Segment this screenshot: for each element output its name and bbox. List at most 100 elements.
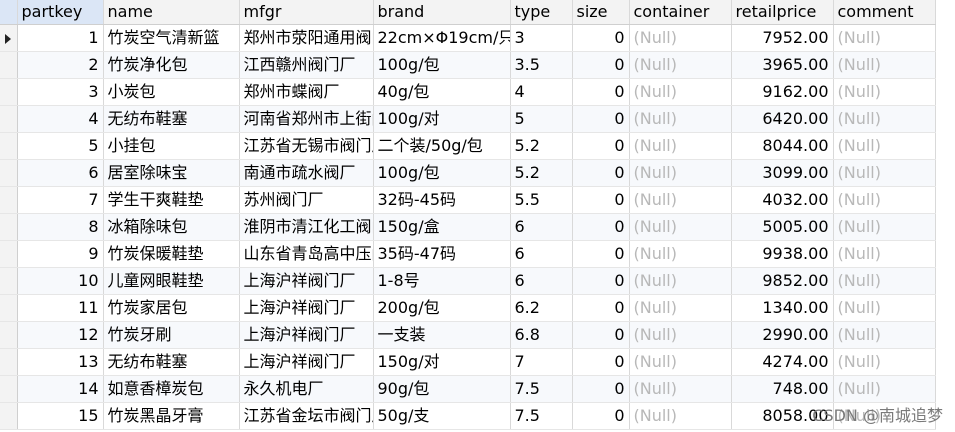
cell-mfgr[interactable]: 郑州市荥阳通用阀门 — [239, 24, 374, 52]
cell-name[interactable]: 小炭包 — [103, 78, 240, 106]
cell-comment[interactable]: (Null) — [833, 348, 936, 376]
cell-retailprice[interactable]: 2990.00 — [731, 321, 834, 349]
cell-mfgr[interactable]: 南通市疏水阀厂 — [239, 159, 374, 187]
row-indicator[interactable] — [0, 240, 18, 268]
cell-size[interactable]: 0 — [572, 213, 630, 241]
cell-comment[interactable]: (Null) — [833, 213, 936, 241]
cell-size[interactable]: 0 — [572, 294, 630, 322]
column-header-container[interactable]: container — [629, 0, 732, 25]
cell-retailprice[interactable]: 6420.00 — [731, 105, 834, 133]
cell-name[interactable]: 儿童网眼鞋垫 — [103, 267, 240, 295]
cell-brand[interactable]: 200g/包 — [373, 294, 511, 322]
table-row[interactable]: 6 居室除味宝 南通市疏水阀厂 100g/包 5.2 0 (Null) 3099.00 (Nul… — [0, 159, 936, 187]
cell-partkey[interactable]: 15 — [17, 402, 104, 430]
table-row[interactable]: 3 小炭包 郑州市蝶阀厂 40g/包 4 0 (Null) 9162.00 (Null) — [0, 78, 936, 106]
cell-comment[interactable]: (Null) — [833, 321, 936, 349]
row-indicator[interactable] — [0, 186, 18, 214]
cell-brand[interactable]: 二个装/50g/包 — [373, 132, 511, 160]
cell-type[interactable]: 4 — [510, 78, 573, 106]
row-indicator[interactable] — [0, 375, 18, 403]
cell-retailprice[interactable]: 1340.00 — [731, 294, 834, 322]
cell-type[interactable]: 6 — [510, 267, 573, 295]
cell-mfgr[interactable]: 江西赣州阀门厂 — [239, 51, 374, 79]
table-row[interactable]: 11 竹炭家居包 上海沪祥阀门厂 200g/包 6.2 0 (Null) 1340.00 (Nu… — [0, 294, 936, 322]
row-indicator[interactable] — [0, 348, 18, 376]
cell-type[interactable]: 3.5 — [510, 51, 573, 79]
cell-mfgr[interactable]: 苏州阀门厂 — [239, 186, 374, 214]
cell-mfgr[interactable]: 上海沪祥阀门厂 — [239, 321, 374, 349]
cell-partkey[interactable]: 3 — [17, 78, 104, 106]
cell-comment[interactable]: (Null) — [833, 186, 936, 214]
cell-container[interactable]: (Null) — [629, 375, 732, 403]
column-header-comment[interactable]: comment — [833, 0, 936, 25]
cell-mfgr[interactable]: 河南省郑州市上街阀 — [239, 105, 374, 133]
cell-retailprice[interactable]: 4032.00 — [731, 186, 834, 214]
cell-container[interactable]: (Null) — [629, 402, 732, 430]
table-row[interactable]: 14 如意香樟炭包 永久机电厂 90g/包 7.5 0 (Null) 748.00 (Null) — [0, 375, 936, 403]
cell-retailprice[interactable]: 9938.00 — [731, 240, 834, 268]
row-indicator[interactable] — [0, 294, 18, 322]
cell-mfgr[interactable]: 山东省青岛高中压阀 — [239, 240, 374, 268]
cell-comment[interactable]: (Null) — [833, 294, 936, 322]
cell-type[interactable]: 5.5 — [510, 186, 573, 214]
cell-container[interactable]: (Null) — [629, 78, 732, 106]
cell-type[interactable]: 5 — [510, 105, 573, 133]
cell-name[interactable]: 居室除味宝 — [103, 159, 240, 187]
cell-brand[interactable]: 35码-47码 — [373, 240, 511, 268]
cell-size[interactable]: 0 — [572, 267, 630, 295]
row-indicator[interactable] — [0, 132, 18, 160]
cell-mfgr[interactable]: 上海沪祥阀门厂 — [239, 348, 374, 376]
cell-brand[interactable]: 22cm×Φ19cm/只 — [373, 24, 511, 52]
cell-brand[interactable]: 50g/支 — [373, 402, 511, 430]
cell-comment[interactable]: (Null) — [833, 24, 936, 52]
cell-comment[interactable]: (Null) — [833, 105, 936, 133]
cell-container[interactable]: (Null) — [629, 213, 732, 241]
table-row[interactable]: 8冰箱除味包淮阴市清江化工阀门150g/盒60(Null)5005.00(Nul… — [0, 213, 936, 241]
cell-partkey[interactable]: 1 — [17, 24, 104, 52]
column-header-name[interactable]: name — [103, 0, 240, 25]
cell-size[interactable]: 0 — [572, 375, 630, 403]
cell-partkey[interactable]: 2 — [17, 51, 104, 79]
row-indicator[interactable] — [0, 24, 18, 52]
cell-retailprice[interactable]: 8044.00 — [731, 132, 834, 160]
table-row[interactable]: 13 无纺布鞋塞 上海沪祥阀门厂 150g/对 7 0 (Null) 4274.00 (Null… — [0, 348, 936, 376]
cell-name[interactable]: 冰箱除味包 — [103, 213, 240, 241]
cell-brand[interactable]: 90g/包 — [373, 375, 511, 403]
cell-type[interactable]: 6.8 — [510, 321, 573, 349]
cell-size[interactable]: 0 — [572, 51, 630, 79]
cell-retailprice[interactable]: 5005.00 — [731, 213, 834, 241]
cell-retailprice[interactable]: 4274.00 — [731, 348, 834, 376]
cell-comment[interactable]: (Null) — [833, 78, 936, 106]
cell-size[interactable]: 0 — [572, 348, 630, 376]
cell-type[interactable]: 3 — [510, 24, 573, 52]
cell-container[interactable]: (Null) — [629, 267, 732, 295]
cell-name[interactable]: 竹炭空气清新篮 — [103, 24, 240, 52]
cell-type[interactable]: 6 — [510, 213, 573, 241]
row-indicator[interactable] — [0, 105, 18, 133]
cell-container[interactable]: (Null) — [629, 105, 732, 133]
cell-comment[interactable]: (Null) — [833, 240, 936, 268]
cell-type[interactable]: 7 — [510, 348, 573, 376]
cell-brand[interactable]: 40g/包 — [373, 78, 511, 106]
cell-partkey[interactable]: 12 — [17, 321, 104, 349]
cell-comment[interactable]: (Null) — [833, 159, 936, 187]
cell-container[interactable]: (Null) — [629, 186, 732, 214]
cell-type[interactable]: 5.2 — [510, 132, 573, 160]
cell-name[interactable]: 竹炭黑晶牙膏 — [103, 402, 240, 430]
cell-partkey[interactable]: 13 — [17, 348, 104, 376]
cell-type[interactable]: 5.2 — [510, 159, 573, 187]
cell-mfgr[interactable]: 江苏省金坛市阀门厂 — [239, 402, 374, 430]
cell-retailprice[interactable]: 3099.00 — [731, 159, 834, 187]
cell-type[interactable]: 7.5 — [510, 402, 573, 430]
cell-brand[interactable]: 100g/包 — [373, 51, 511, 79]
cell-mfgr[interactable]: 永久机电厂 — [239, 375, 374, 403]
cell-container[interactable]: (Null) — [629, 159, 732, 187]
column-header-type[interactable]: type — [510, 0, 573, 25]
cell-retailprice[interactable]: 748.00 — [731, 375, 834, 403]
cell-container[interactable]: (Null) — [629, 294, 732, 322]
cell-name[interactable]: 无纺布鞋塞 — [103, 348, 240, 376]
cell-partkey[interactable]: 11 — [17, 294, 104, 322]
row-indicator[interactable] — [0, 159, 18, 187]
cell-retailprice[interactable]: 9852.00 — [731, 267, 834, 295]
cell-brand[interactable]: 100g/包 — [373, 159, 511, 187]
